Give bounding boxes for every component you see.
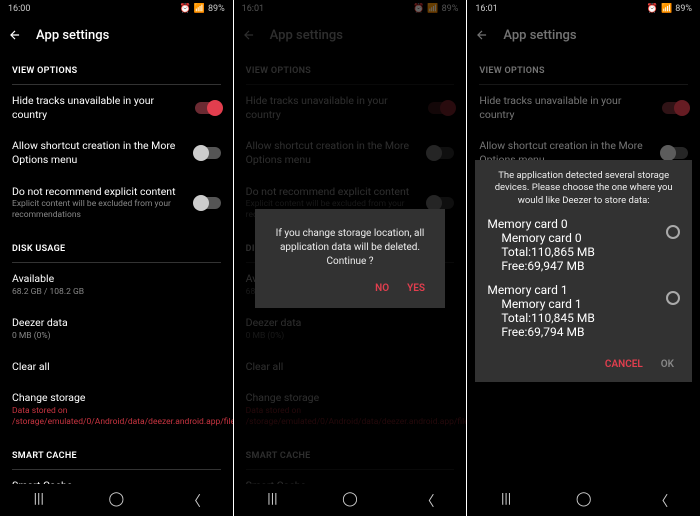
section-smart-cache: SMART CACHE [12, 437, 221, 467]
status-bar: 16:00 ⏰ 📶 89% [0, 0, 233, 18]
switch-off[interactable] [195, 197, 221, 209]
confirm-dialog: If you change storage location, all appl… [255, 209, 445, 308]
item-available: Available 68.2 GB / 108.2 GB [12, 263, 221, 307]
alarm-icon: ⏰ [180, 4, 191, 14]
page-title: App settings [36, 28, 109, 43]
item-change-storage[interactable]: Change storage Data stored on /storage/e… [12, 382, 221, 437]
item-deezer-data: Deezer data 0 MB (0%) [12, 307, 221, 351]
storage-total: Total:110,865 MB [487, 245, 666, 259]
battery-text: 89% [208, 4, 225, 14]
ok-button[interactable]: OK [661, 359, 674, 370]
no-button[interactable]: NO [375, 283, 389, 294]
storage-option-1[interactable]: Memory card 1 Memory card 1 Total:110,84… [487, 279, 680, 345]
yes-button[interactable]: YES [407, 283, 425, 294]
sublabel: 0 MB (0%) [12, 331, 221, 342]
switch-off[interactable] [195, 147, 221, 159]
sublabel: Data stored on /storage/emulated/0/Andro… [12, 406, 233, 428]
label: Deezer data [12, 316, 221, 330]
label: Do not recommend explicit content [12, 185, 187, 199]
storage-free: Free:69,794 MB [487, 325, 666, 339]
switch-on[interactable] [195, 102, 221, 114]
storage-name: Memory card 1 [487, 283, 666, 297]
section-view-options: VIEW OPTIONS [12, 52, 221, 82]
header: App settings [0, 18, 233, 52]
clock: 16:00 [8, 4, 30, 14]
storage-id: Memory card 0 [487, 231, 666, 245]
modal-overlay: If you change storage location, all appl… [234, 0, 467, 516]
storage-total: Total:110,845 MB [487, 311, 666, 325]
label: Clear all [12, 360, 221, 374]
signal-icon: 📶 [194, 4, 205, 14]
back-icon[interactable] [8, 28, 22, 42]
storage-option-0[interactable]: Memory card 0 Memory card 0 Total:110,86… [487, 213, 680, 279]
storage-dialog: The application detected several storage… [475, 160, 692, 382]
storage-free: Free:69,947 MB [487, 259, 666, 273]
item-clear-all[interactable]: Clear all [12, 351, 221, 383]
label: Hide tracks unavailable in your country [12, 94, 187, 121]
toggle-hide-tracks[interactable]: Hide tracks unavailable in your country [12, 85, 221, 130]
cancel-button[interactable]: CANCEL [605, 359, 643, 370]
screen-storage-dialog: 16:01⏰📶89% App settings VIEW OPTIONS Hid… [467, 0, 700, 516]
toggle-explicit[interactable]: Do not recommend explicit content Explic… [12, 176, 221, 231]
radio-icon[interactable] [666, 225, 680, 239]
storage-name: Memory card 0 [487, 217, 666, 231]
dialog-message: If you change storage location, all appl… [269, 227, 431, 269]
status-icons: ⏰ 📶 89% [180, 4, 225, 14]
screen-confirm-dialog: 16:01 ⏰📶89% App settings VIEW OPTIONS Hi… [234, 0, 467, 516]
dialog-intro: The application detected several storage… [487, 170, 680, 213]
nav-home-icon[interactable]: ◯ [107, 491, 125, 509]
label: Available [12, 272, 221, 286]
nav-bar: ||| ◯ 〈 [0, 484, 233, 516]
sublabel: Explicit content will be excluded from y… [12, 199, 187, 221]
toggle-shortcut[interactable]: Allow shortcut creation in the More Opti… [12, 130, 221, 175]
label: Allow shortcut creation in the More Opti… [12, 139, 187, 166]
nav-back-icon[interactable]: 〈 [185, 491, 203, 509]
label: Change storage [12, 391, 233, 405]
storage-id: Memory card 1 [487, 297, 666, 311]
sublabel: 68.2 GB / 108.2 GB [12, 287, 221, 298]
screen-app-settings: 16:00 ⏰ 📶 89% App settings VIEW OPTIONS … [0, 0, 233, 516]
radio-icon[interactable] [666, 291, 680, 305]
nav-recent-icon[interactable]: ||| [30, 491, 48, 509]
section-disk-usage: DISK USAGE [12, 230, 221, 260]
